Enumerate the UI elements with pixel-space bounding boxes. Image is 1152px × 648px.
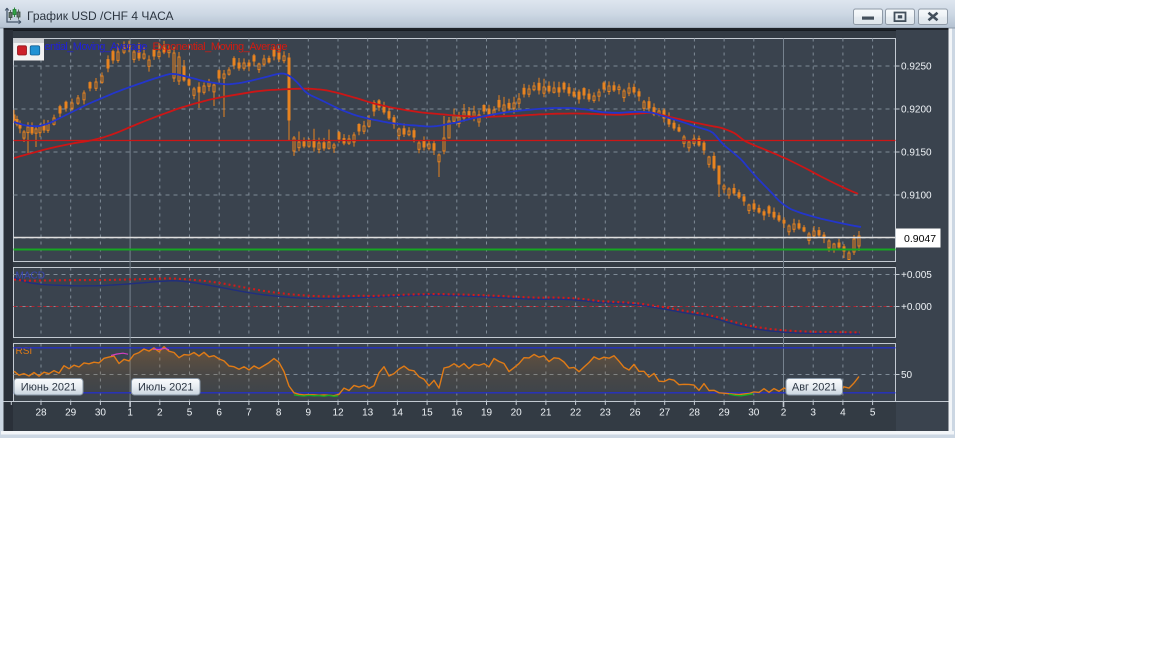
svg-text:23: 23 <box>600 408 612 419</box>
svg-text:21: 21 <box>540 408 552 419</box>
svg-text:0.9250: 0.9250 <box>901 62 932 73</box>
svg-text:28: 28 <box>35 408 47 419</box>
svg-text:4: 4 <box>840 408 846 419</box>
svg-text:Авг 2021: Авг 2021 <box>792 382 837 394</box>
svg-text:2: 2 <box>781 408 787 419</box>
svg-text:50: 50 <box>901 370 913 381</box>
svg-text:1: 1 <box>127 408 133 419</box>
svg-text:5: 5 <box>187 408 193 419</box>
svg-text:12: 12 <box>332 408 344 419</box>
svg-text:28: 28 <box>689 408 701 419</box>
svg-text:13: 13 <box>362 408 374 419</box>
svg-text:6: 6 <box>216 408 222 419</box>
svg-text:27: 27 <box>659 408 671 419</box>
svg-text:14: 14 <box>392 408 404 419</box>
svg-text:9: 9 <box>306 408 312 419</box>
svg-text:22: 22 <box>570 408 582 419</box>
svg-text:0.9200: 0.9200 <box>901 105 932 116</box>
svg-text:29: 29 <box>65 408 77 419</box>
svg-text:0.9047: 0.9047 <box>904 233 936 245</box>
svg-text:ential_Moving_Average: ential_Moving_Average <box>45 41 148 53</box>
svg-text:Exponential_Moving_Average: Exponential_Moving_Average <box>153 41 288 53</box>
svg-text:Июль 2021: Июль 2021 <box>138 382 194 394</box>
svg-text:15: 15 <box>422 408 434 419</box>
svg-text:0.9150: 0.9150 <box>901 148 932 159</box>
svg-text:20: 20 <box>511 408 523 419</box>
svg-text:29: 29 <box>719 408 731 419</box>
svg-text:19: 19 <box>481 408 493 419</box>
svg-text:+0.000: +0.000 <box>901 302 932 313</box>
svg-text:2: 2 <box>157 408 163 419</box>
svg-text:16: 16 <box>451 408 463 419</box>
svg-text:30: 30 <box>748 408 760 419</box>
svg-text:0.9100: 0.9100 <box>901 191 932 202</box>
svg-text:График USD /CHF 4 ЧАСА: График USD /CHF 4 ЧАСА <box>27 9 173 23</box>
svg-text:5: 5 <box>870 408 876 419</box>
svg-text:26: 26 <box>629 408 641 419</box>
svg-text:+0.005: +0.005 <box>901 270 932 281</box>
svg-text:Июнь 2021: Июнь 2021 <box>21 382 77 394</box>
svg-text:30: 30 <box>95 408 107 419</box>
svg-text:3: 3 <box>810 408 816 419</box>
svg-text:7: 7 <box>246 408 252 419</box>
svg-text:8: 8 <box>276 408 282 419</box>
